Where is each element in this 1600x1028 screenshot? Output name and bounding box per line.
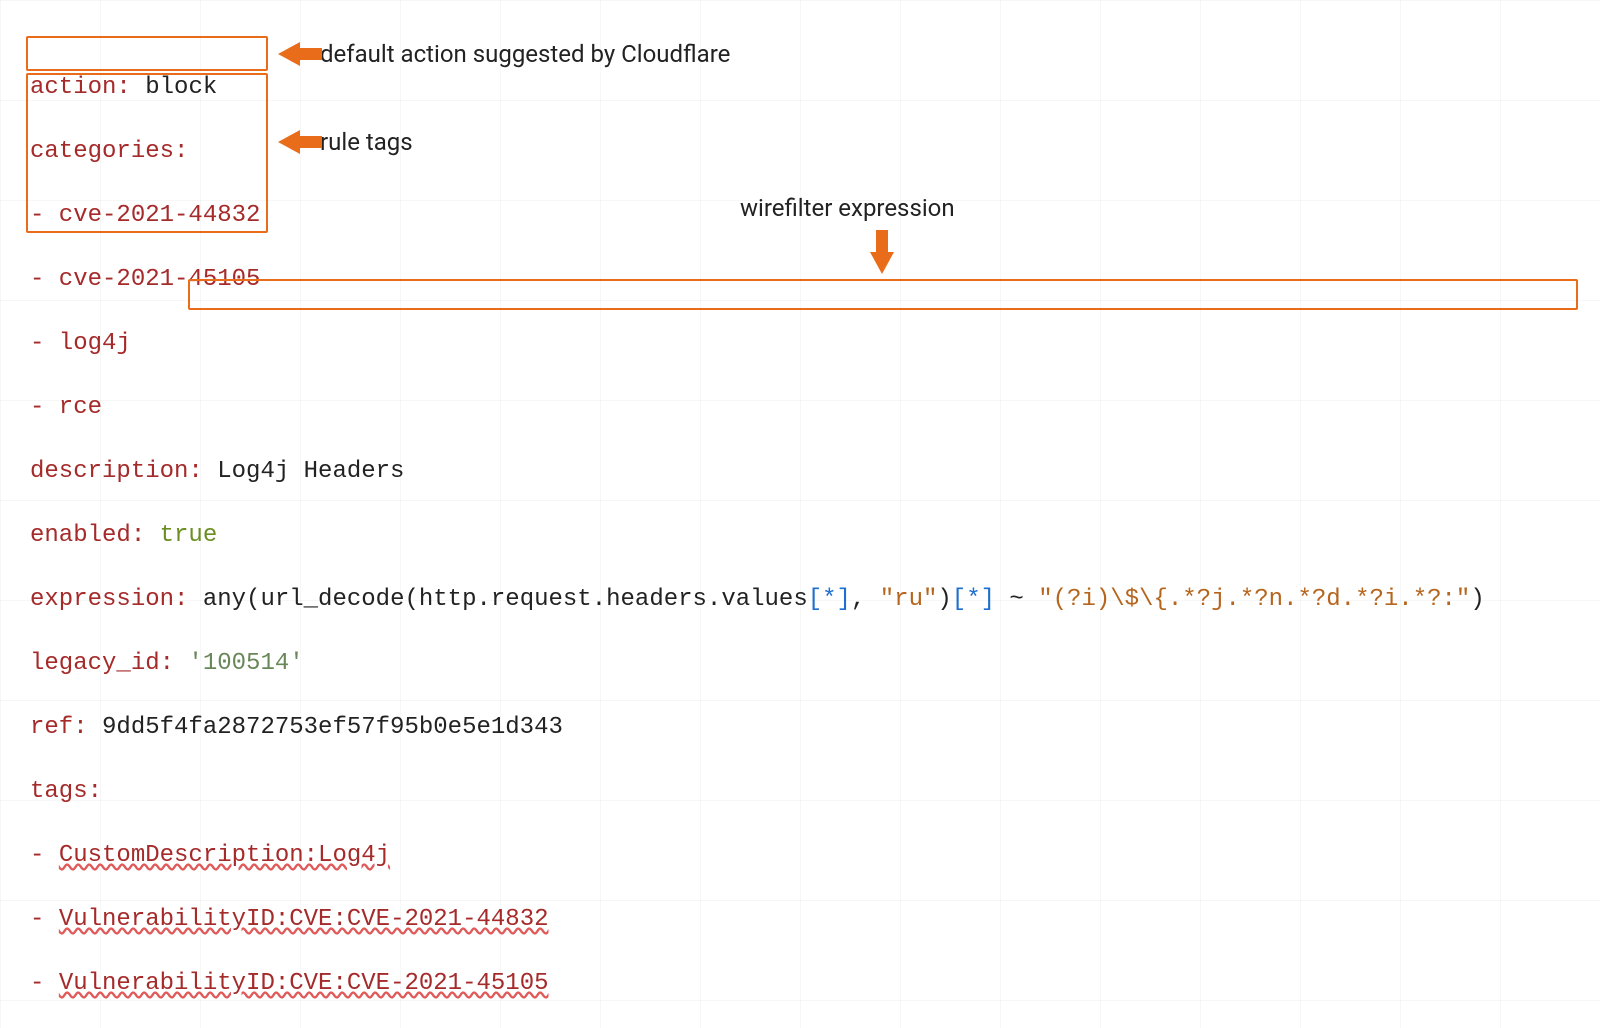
tag-item-prefix-1: - <box>30 906 59 933</box>
arrow-down-icon <box>870 252 894 274</box>
key-tags: tags: <box>30 778 102 805</box>
key-description: description: <box>30 458 203 485</box>
val-ref: 9dd5f4fa2872753ef57f95b0e5e1d343 <box>88 714 563 741</box>
tag-item-1: VulnerabilityID:CVE:CVE-2021-44832 <box>59 906 549 933</box>
key-legacy: legacy_id: <box>30 650 174 677</box>
arrow-left-icon <box>278 42 300 66</box>
annotation-tags: rule tags <box>278 126 413 158</box>
annotation-expression-text: wirefilter expression <box>740 194 955 222</box>
key-expression: expression: <box>30 586 188 613</box>
key-action: action: <box>30 74 131 101</box>
cat-item-2: - log4j <box>30 330 131 357</box>
tag-item-prefix-0: - <box>30 842 59 869</box>
annotation-action: default action suggested by Cloudflare <box>278 38 730 70</box>
annotation-action-text: default action suggested by Cloudflare <box>320 38 730 70</box>
annotation-expression: wirefilter expression <box>740 192 955 224</box>
annotation-tags-text: rule tags <box>320 126 413 158</box>
val-legacy: '100514' <box>174 650 304 677</box>
expr-mid1: , <box>851 586 880 613</box>
tag-item-prefix-2: - <box>30 970 59 997</box>
expr-end: ) <box>1470 586 1484 613</box>
val-enabled: true <box>145 522 217 549</box>
expr-regex: "(?i)\$\{.*?j.*?n.*?d.*?i.*?:" <box>1038 586 1470 613</box>
yaml-code-block: action: block categories: - cve-2021-448… <box>30 40 1485 1028</box>
key-ref: ref: <box>30 714 88 741</box>
cat-item-1: - cve-2021-45105 <box>30 266 260 293</box>
expr-ru: "ru" <box>880 586 938 613</box>
expr-mid2: ) <box>937 586 951 613</box>
expr-mid3: ~ <box>995 586 1038 613</box>
tag-item-2: VulnerabilityID:CVE:CVE-2021-45105 <box>59 970 549 997</box>
cat-item-0: - cve-2021-44832 <box>30 202 260 229</box>
expr-idx2: [*] <box>952 586 995 613</box>
arrow-left-icon <box>278 130 300 154</box>
tag-item-0: CustomDescription:Log4j <box>59 842 390 869</box>
expr-idx1: [*] <box>808 586 851 613</box>
cat-item-3: - rce <box>30 394 102 421</box>
key-categories: categories: <box>30 138 188 165</box>
expr-part-pre: any(url_decode(http.request.headers.valu… <box>188 586 807 613</box>
val-description: Log4j Headers <box>203 458 405 485</box>
val-action: block <box>131 74 217 101</box>
key-enabled: enabled: <box>30 522 145 549</box>
